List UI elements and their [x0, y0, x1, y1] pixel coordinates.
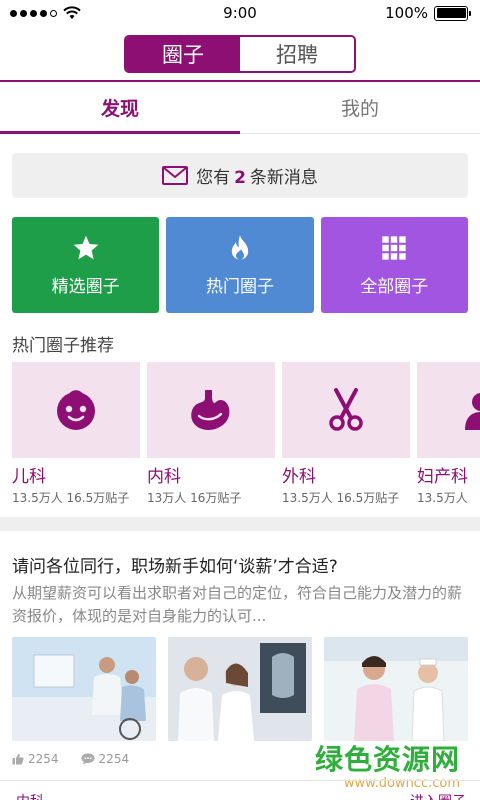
baby-face-icon — [57, 390, 95, 430]
likes-count: 2254 — [28, 752, 59, 766]
watermark-title: 绿色资源网 — [314, 743, 460, 776]
enter-circle-link[interactable]: 进入圈子 — [410, 791, 466, 800]
message-count: 2 — [234, 168, 246, 188]
next-circle-tag[interactable]: 内科 — [16, 791, 44, 800]
flame-icon — [231, 234, 249, 260]
star-icon — [73, 235, 99, 259]
message-suffix: 条新消息 — [249, 168, 318, 188]
circle-image — [12, 362, 140, 458]
grid-icon — [382, 235, 406, 260]
message-prefix: 您有 — [196, 168, 231, 188]
tab-discover[interactable]: 发现 — [0, 82, 240, 134]
tile-hot-circles[interactable]: 热门圈子 — [166, 217, 314, 313]
article-photo-consultation[interactable] — [12, 637, 156, 741]
tile-featured-circles[interactable]: 精选圈子 — [12, 217, 160, 313]
article-images — [12, 637, 468, 741]
woman-icon — [465, 393, 480, 430]
segment-circles[interactable]: 圈子 — [126, 37, 240, 71]
circle-card-pediatrics[interactable]: 儿科 13.5万人 16.5万贴子 — [12, 362, 140, 507]
category-tiles: 精选圈子 热门圈子 全部圈子 — [12, 217, 468, 313]
circle-meta: 13万人 16万贴子 — [147, 491, 242, 505]
article-summary: 从期望薪资可以看出求职者对自己的定位，符合自己能力及潜力的薪资报价，体现的是对自… — [12, 584, 463, 625]
next-article-row: 内科 进入圈子 — [0, 780, 480, 800]
article-photo-xray[interactable] — [168, 637, 312, 741]
tile-all-label: 全部圈子 — [360, 276, 429, 297]
thumbs-up-icon — [12, 753, 24, 765]
circle-meta: 13.5万人 — [417, 491, 468, 505]
circle-meta: 13.5万人 16.5万贴子 — [282, 491, 400, 505]
comment-icon — [81, 753, 95, 765]
circle-image — [282, 362, 410, 458]
section-divider — [0, 517, 480, 531]
circle-card-surgery[interactable]: 外科 13.5万人 16.5万贴子 — [282, 362, 410, 507]
scissors-icon — [329, 388, 363, 431]
hot-section-title: 热门圈子推荐 — [12, 336, 114, 356]
mail-icon — [162, 166, 189, 185]
sub-tabs: 发现 我的 — [0, 82, 480, 134]
tile-hot-label: 热门圈子 — [205, 276, 274, 297]
status-bar: 9:00 100% — [0, 0, 480, 28]
recommended-circles: 儿科 13.5万人 16.5万贴子 内科 13万人 16万贴子 外科 13.5万… — [12, 362, 480, 507]
article-stats: 2254 2254 — [12, 752, 129, 766]
segment-jobs[interactable]: 招聘 — [240, 37, 354, 71]
segmented-control: 圈子 招聘 — [124, 35, 356, 73]
circle-card-internal-medicine[interactable]: 内科 13万人 16万贴子 — [147, 362, 275, 507]
circle-image — [147, 362, 275, 458]
tab-mine[interactable]: 我的 — [240, 82, 480, 133]
battery-icon — [434, 5, 471, 21]
comments-stat[interactable]: 2254 — [81, 752, 130, 766]
tile-featured-label: 精选圈子 — [51, 276, 120, 297]
circle-name: 妇产科 — [417, 467, 468, 487]
article-photo-nurse[interactable] — [324, 637, 468, 741]
circle-name: 内科 — [147, 467, 181, 487]
likes-stat[interactable]: 2254 — [12, 752, 59, 766]
circle-card-obstetrics[interactable]: 妇产科 13.5万人 — [417, 362, 480, 507]
tile-all-circles[interactable]: 全部圈子 — [320, 217, 468, 313]
article-title[interactable]: 请问各位同行，职场新手如何‘谈薪’才合适? — [12, 552, 472, 577]
comments-count: 2254 — [98, 752, 130, 766]
circle-meta: 13.5万人 16.5万贴子 — [12, 491, 130, 505]
new-message-bar[interactable]: 您有 2 条新消息 — [12, 153, 468, 198]
circle-name: 儿科 — [12, 467, 46, 487]
circle-image — [417, 362, 480, 458]
circle-name: 外科 — [282, 467, 316, 487]
battery-percent: 100% — [385, 4, 428, 22]
stomach-icon — [191, 390, 230, 430]
